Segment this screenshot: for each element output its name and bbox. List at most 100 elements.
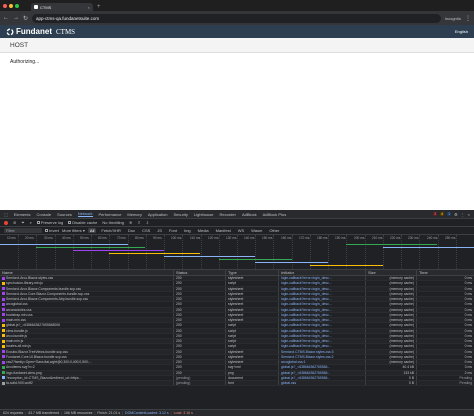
tab-elements[interactable]: Elements [14, 212, 31, 217]
wifi-icon[interactable]: ≋ [129, 220, 132, 225]
filter-input[interactable]: Filter [4, 228, 42, 233]
tab-console[interactable]: Console [36, 212, 51, 217]
filter-js[interactable]: JS [155, 228, 164, 233]
import-har-icon[interactable]: ⇧ [137, 220, 140, 225]
cell-initiator[interactable]: global.js?_=638664362765584... [279, 370, 366, 375]
invert-checkbox[interactable]: Invert [45, 228, 59, 233]
cell-name[interactable]: Semicrol.Arco.Blazor.styles.css [0, 276, 174, 281]
column-header-status[interactable]: Status [174, 270, 226, 275]
filter-media[interactable]: Media [196, 228, 211, 233]
throttling-select[interactable]: No throttling [102, 220, 124, 225]
column-header-type[interactable]: Type [226, 270, 279, 275]
cell-initiator[interactable]: login-callback?error=login_desc... [279, 276, 366, 281]
cell-initiator[interactable]: login-callback?error=login_desc... [279, 318, 366, 323]
cell-initiator[interactable]: login-callback?error=login_desc... [279, 339, 366, 344]
cell-initiator[interactable]: Semicrol.CTMS.Blazor.styles.css:3 [279, 349, 366, 354]
cell-initiator[interactable]: login-callback?error=login_desc... [279, 291, 366, 296]
tab-performance[interactable]: Performance [99, 212, 122, 217]
cell-initiator[interactable]: login-callback?error=login_desc... [279, 328, 366, 333]
cell-name[interactable]: arcoglobal.css [0, 302, 174, 307]
back-button[interactable]: ← [3, 15, 9, 21]
export-har-icon[interactable]: ⇩ [146, 220, 149, 225]
tab-adblock[interactable]: AdBlock [242, 212, 257, 217]
tab-security[interactable]: Security [173, 212, 187, 217]
cell-name[interactable]: Excubo.Blazor.TreeViews.bundle.scp.css [0, 349, 174, 354]
reload-button[interactable]: ↻ [23, 15, 28, 22]
column-header-time[interactable]: Time [417, 270, 474, 275]
minimize-window-icon[interactable] [9, 4, 13, 8]
cell-initiator[interactable]: login-callback?error=login_desc... [279, 302, 366, 307]
cell-name[interactable]: fa-solid-900.woff2 [0, 381, 174, 386]
devtools-inspect-icon[interactable]: ⬚ [4, 212, 8, 217]
cell-name[interactable]: logo-fundanet-ctms.png [0, 370, 174, 375]
new-tab-button[interactable]: + [93, 4, 105, 11]
filter-img[interactable]: Img [182, 228, 193, 233]
incognito-label[interactable]: Incognito [445, 16, 461, 21]
tab-network[interactable]: Network [77, 211, 93, 217]
column-header-name[interactable]: Name [0, 270, 174, 275]
filter-wasm[interactable]: Wasm [249, 228, 264, 233]
filter-manifest[interactable]: Manifest [214, 228, 233, 233]
browser-menu-icon[interactable]: ⋮ [465, 15, 471, 22]
close-window-icon[interactable] [3, 4, 7, 8]
cell-name[interactable]: Arcoitems.svg?v=2 [0, 365, 174, 370]
language-selector[interactable]: English [455, 29, 468, 34]
filter-ws[interactable]: WS [236, 228, 246, 233]
cell-initiator[interactable]: arcoglobal.css:1 [279, 360, 366, 365]
filter-all[interactable]: All [87, 228, 97, 233]
tab-application[interactable]: Application [148, 212, 168, 217]
cell-name[interactable]: Semicrol.Arco.Blazor.Components.Abp.bund… [0, 297, 174, 302]
filter-font[interactable]: Font [167, 228, 179, 233]
browser-tab[interactable]: CTMS × [31, 3, 93, 11]
cell-name[interactable]: Fundanet.Core.UI.Blazor.bundle.scp.css [0, 354, 174, 359]
settings-gear-icon[interactable]: ⚙ [454, 212, 458, 217]
devtools-close-icon[interactable]: × [468, 212, 470, 217]
cell-initiator[interactable]: global.css [279, 381, 366, 386]
info-count-badge[interactable]: 1 [447, 212, 452, 216]
tab-recorder[interactable]: Recorder [219, 212, 235, 217]
warning-count-badge[interactable]: 4 [440, 212, 445, 216]
cell-initiator[interactable]: login-callback?error=login_desc... [279, 344, 366, 349]
cell-name[interactable]: locales-all.min.js [0, 344, 174, 349]
cell-name[interactable]: main.min.css [0, 318, 174, 323]
cell-initiator[interactable]: login-callback?error=login_desc... [279, 307, 366, 312]
tab-sources[interactable]: Sources [57, 212, 72, 217]
more-filters-dropdown[interactable]: More filters ▾ [62, 228, 85, 233]
cell-initiator[interactable]: Semicrol.CTMS.Blazor.styles.css:2 [279, 354, 366, 359]
filter-funnel-icon[interactable]: ⏷ [21, 220, 24, 225]
cell-name[interactable]: Semicrol.Arco.Blazor.Components.bundle.s… [0, 286, 174, 291]
maximize-window-icon[interactable] [15, 4, 19, 8]
tab-close-icon[interactable]: × [88, 5, 90, 10]
filter-doc[interactable]: Doc [126, 228, 137, 233]
filter-css[interactable]: CSS [140, 228, 152, 233]
filter-other[interactable]: Other [267, 228, 281, 233]
network-overview-timeline[interactable]: 10 ms 20 ms 30 ms 40 ms 50 ms 60 ms 70 ms 80 ms… [0, 235, 474, 270]
tab-adblock-plus[interactable]: AdBlock Plus [263, 212, 287, 217]
url-field[interactable]: app-ctms-qa.fundanetsuite.com [32, 13, 441, 23]
record-button[interactable] [4, 220, 8, 225]
tab-memory[interactable]: Memory [127, 212, 141, 217]
cell-name[interactable]: main.min.js [0, 339, 174, 344]
forward-button[interactable]: → [13, 15, 19, 21]
cell-initiator[interactable]: global.js?_=638664362765584... [279, 375, 366, 380]
column-header-size[interactable]: Size [366, 270, 417, 275]
search-icon[interactable]: ⌕ [30, 220, 32, 225]
cell-name[interactable]: arcomodules.css [0, 307, 174, 312]
cell-name[interactable]: global.js?_=6386643627655848006 [0, 323, 174, 328]
filter-fetch-xhr[interactable]: Fetch/XHR [99, 228, 123, 233]
cell-initiator[interactable]: login-callback?error=login_desc... [279, 323, 366, 328]
cell-name[interactable]: css2?family=Open+Sans:ital,wght@0,300;0,… [0, 360, 174, 365]
cell-initiator[interactable]: login-callback?error=login_desc... [279, 297, 366, 302]
cell-initiator[interactable]: login-callback?error=login_desc... [279, 281, 366, 286]
cell-name[interactable]: ctms.bundle.js [0, 328, 174, 333]
cell-name[interactable]: synchusion-library.min.js [0, 281, 174, 286]
cell-name[interactable]: arco.bundle.js [0, 333, 174, 338]
devtools-menu-icon[interactable]: ⋮ [461, 212, 465, 217]
table-row[interactable]: fa-solid-900.woff2 (pending) font global.cs… [0, 381, 474, 387]
preserve-log-checkbox[interactable]: Preserve log [36, 220, 63, 225]
cell-initiator[interactable]: login-callback?error=login_desc... [279, 286, 366, 291]
cell-name[interactable]: ?exception_id=CTMS_Blazor&redirect_uri=h… [0, 375, 174, 380]
cell-initiator[interactable]: login-callback?error=login_desc... [279, 333, 366, 338]
cell-initiator[interactable]: global.js?_=638664362765584... [279, 365, 366, 370]
cell-initiator[interactable]: login-callback?error=login_desc... [279, 312, 366, 317]
